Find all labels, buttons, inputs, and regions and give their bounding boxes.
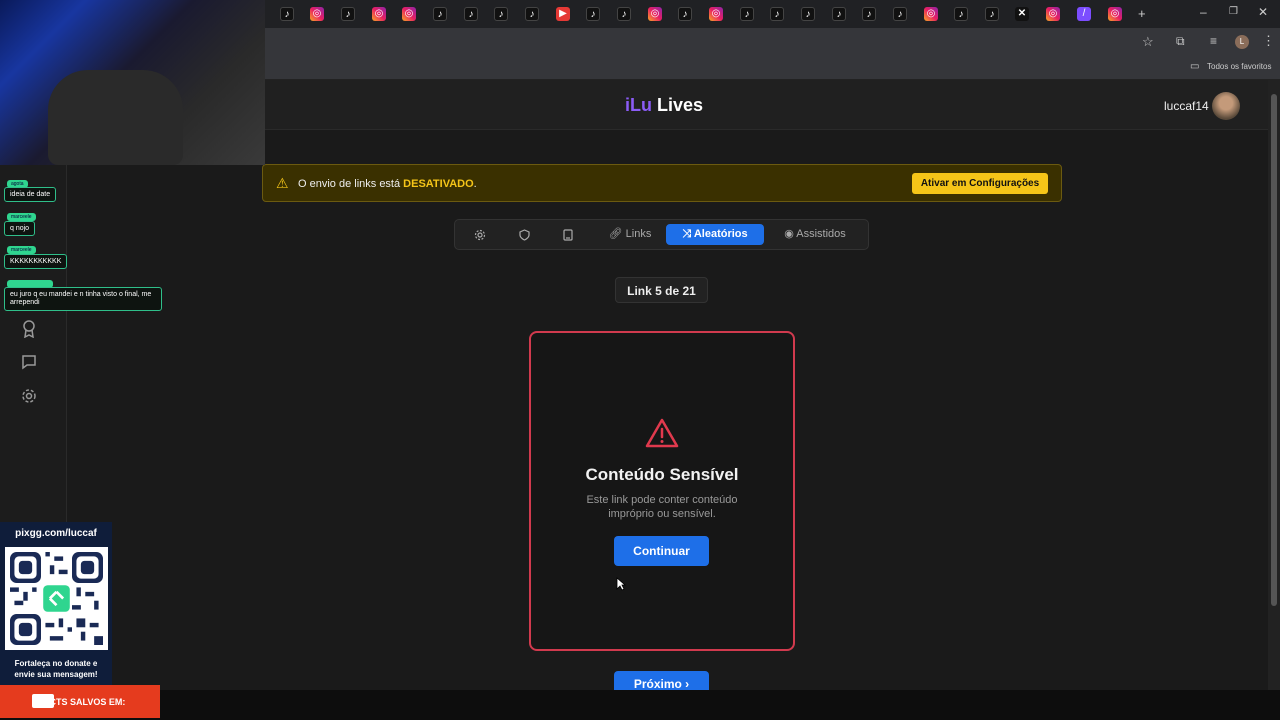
qr-code-graphic	[10, 552, 103, 645]
instagram-tab-icon[interactable]: ◎	[709, 7, 723, 21]
logo-lives: Lives	[652, 95, 704, 115]
chat-message: ideia de date	[4, 187, 57, 202]
tab-links[interactable]: 🔗︎ Links	[600, 224, 660, 245]
tiktok-tab-icon[interactable]: ♪	[525, 7, 539, 21]
donation-url: pixgg.com/luccaf	[15, 528, 97, 539]
tiktok-tab-icon[interactable]: ♪	[341, 7, 355, 21]
instagram-tab-icon[interactable]: ◎	[1108, 7, 1122, 21]
chat-username-tag: marceele	[7, 213, 36, 221]
tab-watched[interactable]: ◉ Assistidos	[773, 224, 857, 245]
tablet-icon	[563, 229, 573, 241]
star-icon[interactable]: ☆	[1142, 34, 1154, 50]
gear-icon	[474, 229, 486, 241]
logo-ilu: iLu	[625, 95, 652, 115]
eye-icon: ◉	[784, 228, 797, 240]
tab-moderation[interactable]	[512, 224, 536, 245]
alert-text-prefix: O envio de links está	[298, 178, 404, 190]
user-avatar[interactable]	[1212, 92, 1240, 120]
profile-avatar[interactable]: L	[1235, 35, 1249, 49]
media-icon[interactable]: ≡	[1210, 34, 1217, 48]
tiktok-tab-icon[interactable]: ♪	[280, 7, 294, 21]
tiktok-tab-icon[interactable]: ♪	[862, 7, 876, 21]
tab-random[interactable]: ⤨ Aleatórios	[666, 224, 764, 245]
tab-links-label: Links	[625, 228, 652, 240]
tiktok-tab-icon[interactable]: ♪	[494, 7, 508, 21]
shuffle-icon: ⤨	[682, 228, 694, 240]
folder-icon: ▭	[1190, 61, 1200, 72]
alert-text-suffix: .	[473, 178, 477, 190]
instagram-tab-icon[interactable]: ◎	[310, 7, 324, 21]
instagram-tab-icon[interactable]: ◎	[648, 7, 662, 21]
continue-button[interactable]: Continuar	[614, 536, 709, 566]
settings-icon[interactable]	[20, 388, 38, 406]
tiktok-tab-icon[interactable]: ♪	[832, 7, 846, 21]
taskbar	[0, 690, 1280, 720]
new-tab-icon[interactable]: +	[1138, 6, 1146, 21]
chat-message: eu juro q eu mandei e n tinha visto o fi…	[4, 287, 162, 311]
qr-code	[5, 547, 108, 650]
all-bookmarks-link[interactable]: Todos os favoritos	[1207, 62, 1271, 71]
chat-message: q nojo	[4, 221, 36, 236]
chat-username-tag: marceele	[7, 246, 36, 254]
instagram-tab-icon[interactable]: ◎	[402, 7, 416, 21]
webcam-chair	[48, 70, 183, 165]
link-icon: 🔗︎	[608, 228, 626, 240]
chat-message: KKKKKKKKKKK	[4, 254, 68, 269]
facts-banner-text: FACTS SALVOS EM:	[38, 697, 126, 707]
alert-status: DESATIVADO	[403, 178, 474, 190]
extensions-icon[interactable]: ⧉	[1176, 34, 1185, 49]
award-icon[interactable]	[20, 320, 38, 339]
tab-watched-label: Assistidos	[796, 228, 846, 240]
tiktok-tab-icon[interactable]: ♪	[954, 7, 968, 21]
tab-settings[interactable]	[468, 224, 492, 245]
donation-caption: Fortaleça no donate e envie sua mensagem…	[14, 659, 98, 679]
link-counter: Link 5 de 21	[615, 277, 708, 303]
instagram-tab-icon[interactable]: ◎	[1046, 7, 1060, 21]
tiktok-tab-icon[interactable]: ♪	[893, 7, 907, 21]
instagram-tab-icon[interactable]: ◎	[372, 7, 386, 21]
scrollbar-thumb[interactable]	[1271, 94, 1277, 606]
minimize-icon[interactable]: –	[1200, 5, 1207, 19]
youtube-tab-icon[interactable]: ▶	[556, 7, 570, 21]
tiktok-tab-icon[interactable]: ♪	[586, 7, 600, 21]
tiktok-tab-icon[interactable]: ♪	[740, 7, 754, 21]
tiktok-tab-icon[interactable]: ♪	[678, 7, 692, 21]
restore-icon[interactable]: ❐	[1229, 6, 1238, 17]
username[interactable]: luccaf14	[1164, 99, 1209, 113]
warning-triangle-icon	[645, 418, 679, 448]
x-tab-icon[interactable]: ✕	[1015, 7, 1029, 21]
card-title: Conteúdo Sensível	[585, 465, 739, 484]
tab-tablet[interactable]	[556, 224, 580, 245]
card-description: Este link pode conter conteúdo impróprio…	[586, 494, 738, 520]
tiktok-tab-icon[interactable]: ♪	[985, 7, 999, 21]
close-window-icon[interactable]: ✕	[1258, 5, 1268, 19]
app-logo[interactable]: iLu Lives	[625, 95, 703, 116]
pen-tab-icon[interactable]: /	[1077, 7, 1091, 21]
mouse-cursor-icon	[616, 577, 626, 591]
tab-random-label: Aleatórios	[693, 228, 748, 240]
instagram-tab-icon[interactable]: ◎	[924, 7, 938, 21]
tiktok-tab-icon[interactable]: ♪	[617, 7, 631, 21]
chat-icon[interactable]	[20, 354, 38, 372]
sensitive-content-card	[529, 331, 795, 651]
tiktok-tab-icon[interactable]: ♪	[801, 7, 815, 21]
tiktok-tab-icon[interactable]: ♪	[433, 7, 447, 21]
enable-in-settings-button[interactable]: Ativar em Configurações	[912, 173, 1048, 194]
alert-message: O envio de links está DESATIVADO.	[298, 178, 477, 190]
warning-icon: ⚠	[276, 175, 289, 191]
shield-icon	[518, 229, 530, 241]
tiktok-tab-icon[interactable]: ♪	[770, 7, 784, 21]
menu-icon[interactable]: ⋮	[1262, 33, 1275, 49]
tiktok-tab-icon[interactable]: ♪	[464, 7, 478, 21]
